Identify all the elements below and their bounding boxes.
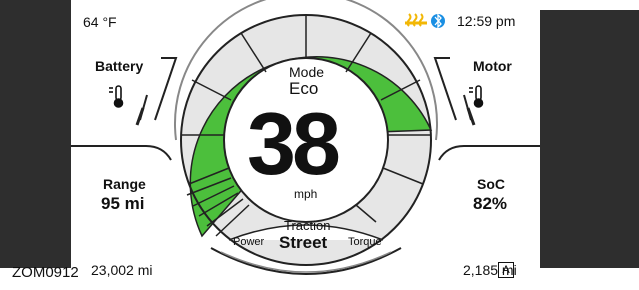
odometer: 23,002 mi — [91, 262, 153, 278]
top-right-white — [540, 0, 639, 10]
speed-readout: 38 — [247, 94, 341, 193]
temperature-readout: 64 °F — [83, 14, 117, 30]
mode-label: Mode — [289, 64, 325, 80]
motor-label: Motor — [473, 58, 512, 74]
left-bezel — [0, 0, 71, 268]
battery-label: Battery — [95, 58, 144, 74]
torque-label: Torque — [348, 236, 382, 248]
thermometer-icon — [109, 85, 124, 108]
bluetooth-icon — [431, 13, 445, 29]
traction-value: Street — [279, 233, 328, 252]
power-label: Power — [233, 236, 265, 248]
clock-time: 12:59 pm — [457, 13, 516, 29]
range-label: Range — [103, 176, 146, 192]
soc-value: 82% — [473, 194, 508, 213]
trip-distance: 2,185 mi — [463, 262, 517, 278]
thermometer-icon — [469, 85, 484, 108]
heated-grips-icon — [405, 13, 427, 27]
speed-unit: mph — [294, 187, 318, 201]
left-separator — [71, 145, 172, 161]
motor-temp-gauge — [433, 57, 476, 126]
right-separator — [438, 145, 540, 161]
right-bezel — [540, 0, 639, 268]
traction-label: Traction — [284, 218, 331, 233]
soc-label: SoC — [477, 176, 505, 192]
range-value: 95 mi — [101, 194, 145, 213]
figure-reference: ZOM0912 — [12, 264, 79, 281]
dashboard-screen: 64 °F 12:59 pm Battery Motor Range 95 mi… — [71, 0, 540, 290]
